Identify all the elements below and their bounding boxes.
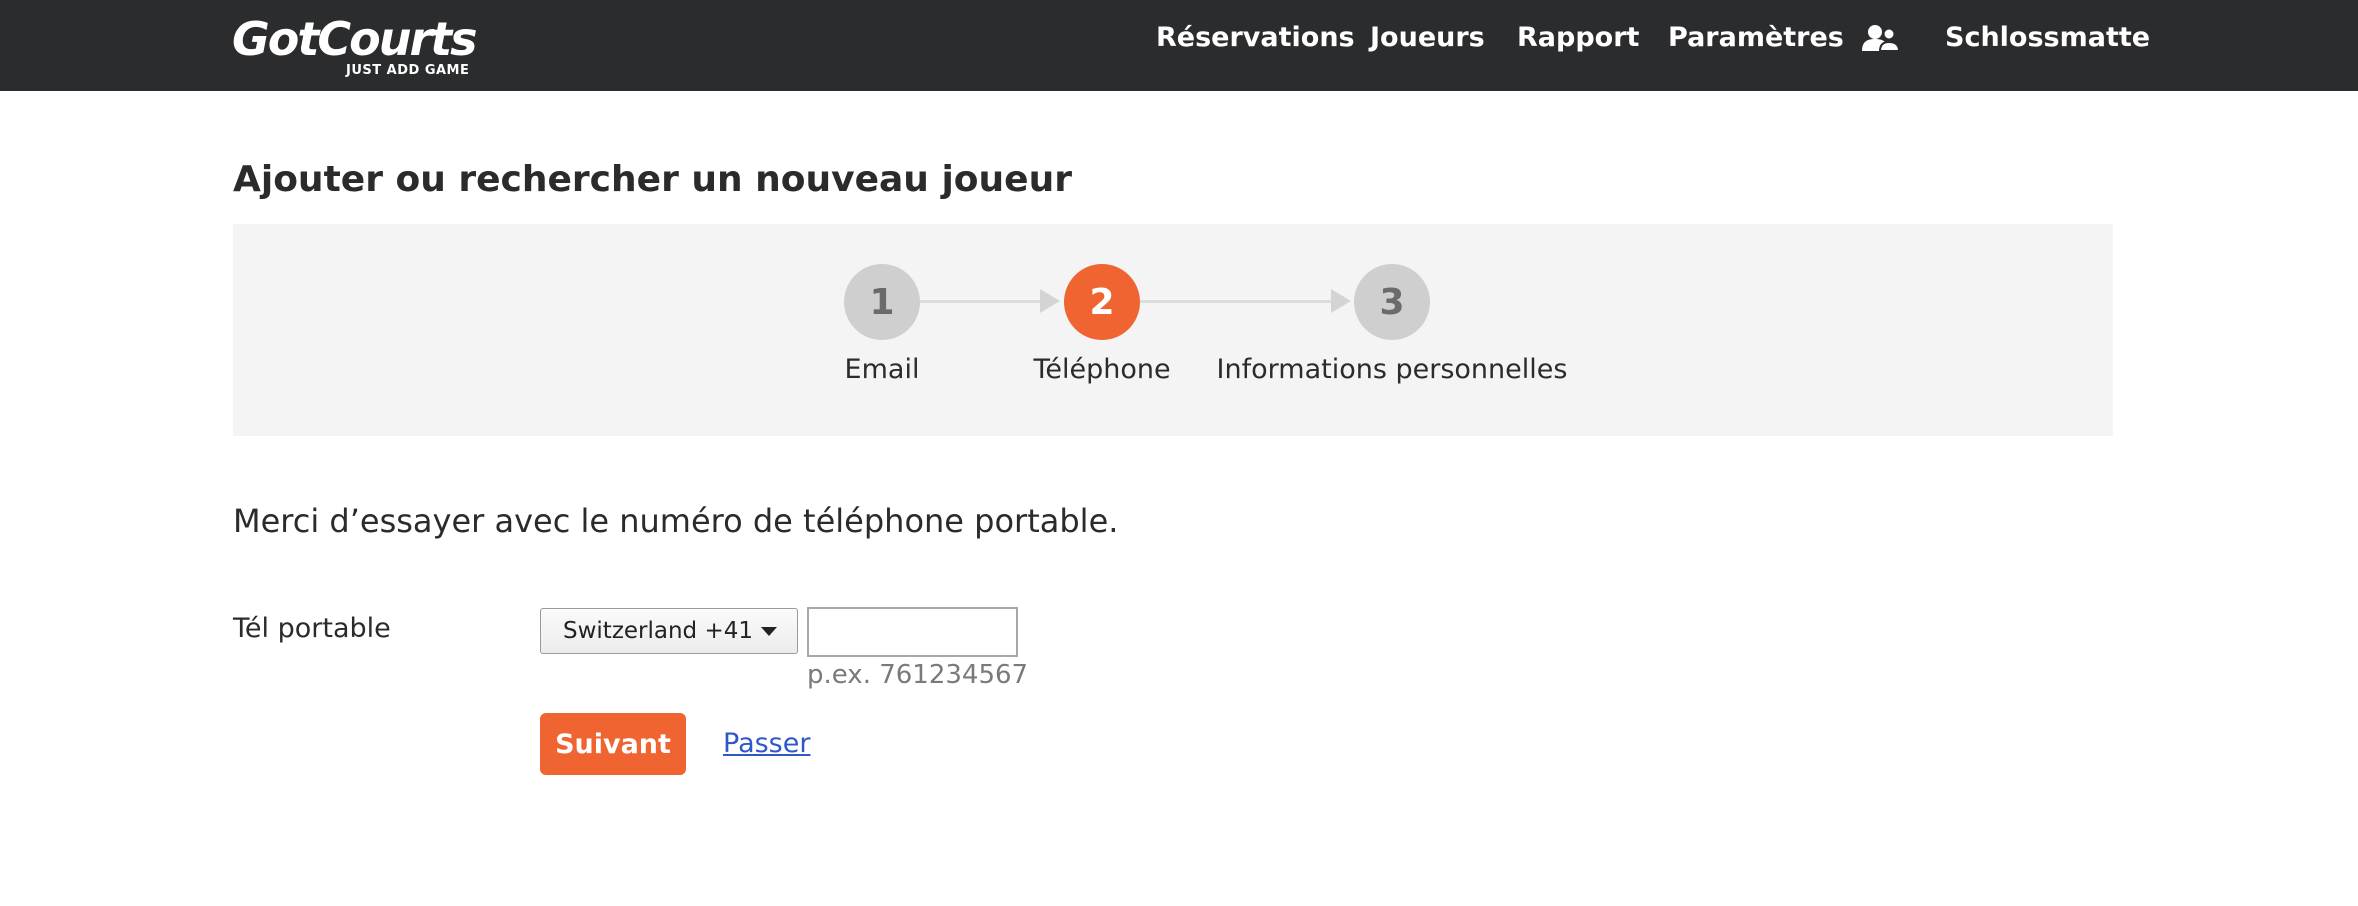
phone-hint: p.ex. 761234567	[807, 660, 1029, 690]
step-1-circle: 1	[844, 264, 920, 340]
phone-field-label: Tél portable	[233, 613, 391, 644]
nav-rapport[interactable]: Rapport	[1517, 22, 1639, 53]
instruction-message: Merci d’essayer avec le numéro de téléph…	[233, 502, 1119, 540]
step-1-label: Email	[844, 354, 920, 385]
nav-club-name[interactable]: Schlossmatte	[1945, 22, 2150, 53]
step-arrow-2-icon	[1331, 289, 1351, 313]
nav-reservations[interactable]: Réservations	[1156, 22, 1355, 53]
nav-joueurs[interactable]: Joueurs	[1370, 22, 1485, 53]
progress-stepper	[233, 224, 2113, 436]
skip-link[interactable]: Passer	[723, 728, 810, 759]
step-connector-2	[1140, 300, 1340, 303]
logo-wordmark: GotCourts	[232, 12, 478, 66]
logo-tagline: JUST ADD GAME	[346, 63, 470, 78]
step-2-circle: 2	[1064, 264, 1140, 340]
step-arrow-1-icon	[1040, 289, 1060, 313]
page-title: Ajouter ou rechercher un nouveau joueur	[233, 159, 1072, 200]
top-navigation-bar: GotCourts JUST ADD GAME Réservations Jou…	[0, 0, 2358, 91]
step-2-label: Téléphone	[1033, 354, 1171, 385]
country-code-value: Switzerland +41	[563, 618, 754, 644]
users-icon[interactable]	[1862, 24, 1901, 54]
dropdown-caret-icon	[761, 627, 777, 636]
step-3-label: Informations personnelles	[1216, 354, 1568, 385]
country-code-select[interactable]: Switzerland +41	[540, 608, 798, 654]
gotcourts-logo[interactable]: GotCourts JUST ADD GAME	[232, 12, 482, 80]
nav-parametres[interactable]: Paramètres	[1668, 22, 1844, 53]
step-3-circle: 3	[1354, 264, 1430, 340]
step-connector-1	[920, 300, 1048, 303]
next-button[interactable]: Suivant	[540, 713, 686, 775]
phone-number-input[interactable]	[807, 607, 1018, 657]
